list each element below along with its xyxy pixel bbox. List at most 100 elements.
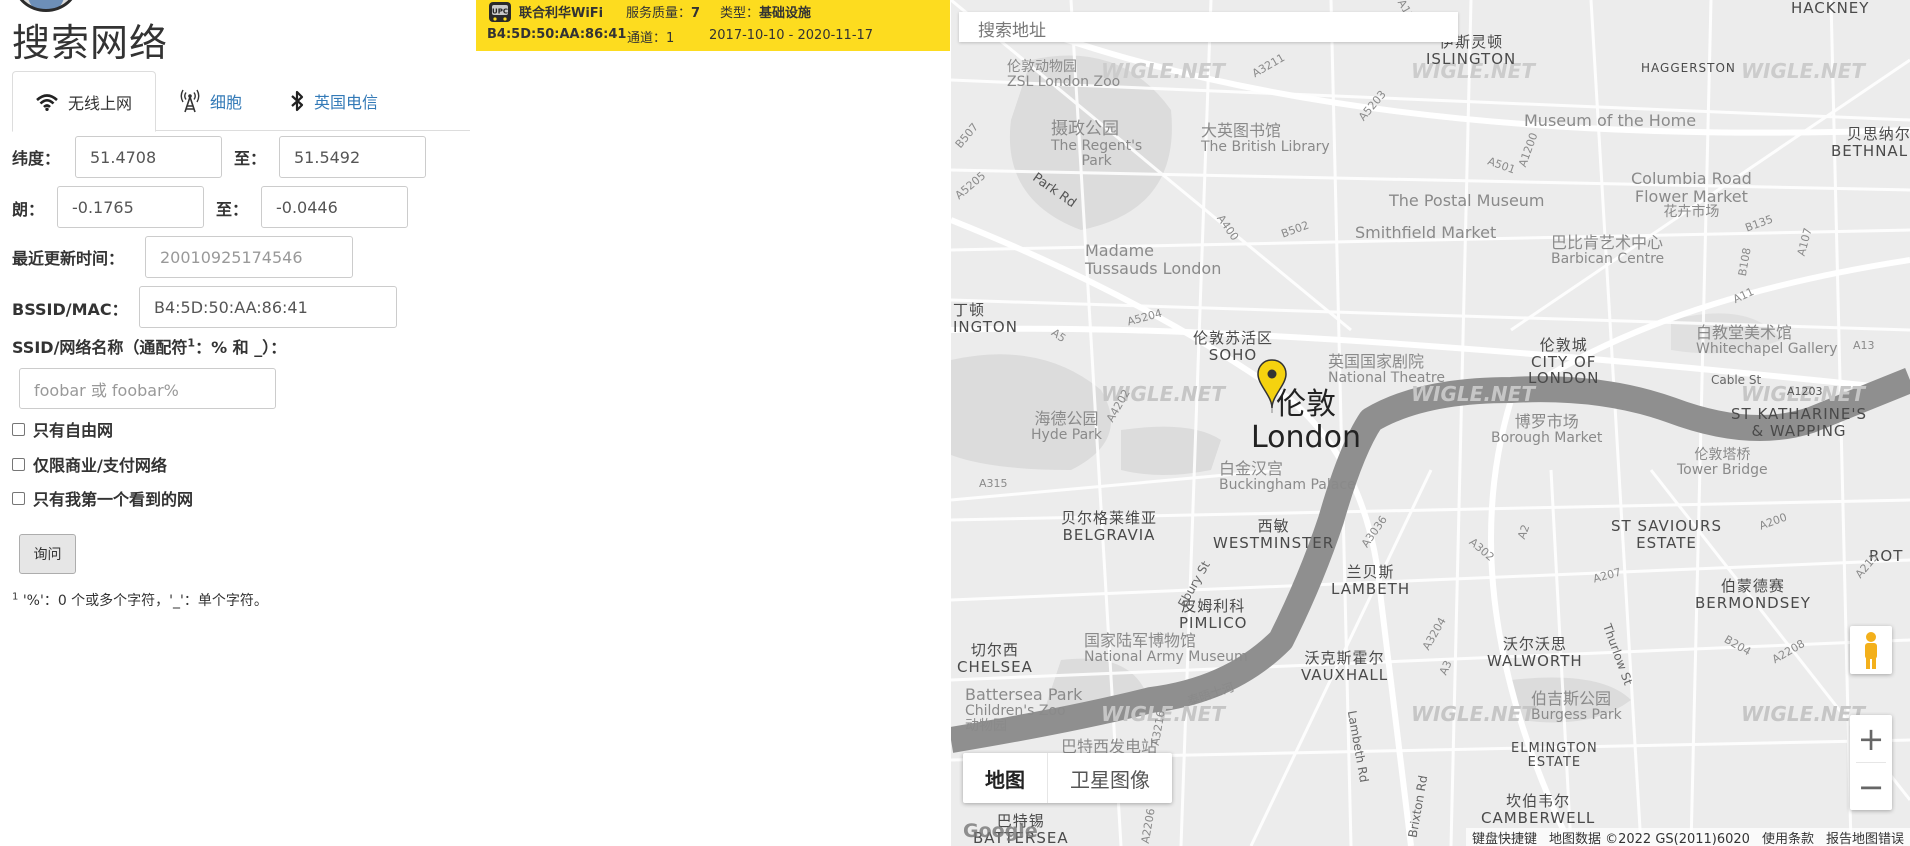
checkbox-first-seen-only[interactable]: 只有我第一个看到的网 [12, 486, 193, 510]
map-label-westminster: 西敏 WESTMINSTER [1213, 517, 1335, 552]
tab-wifi-label: 无线上网 [67, 93, 132, 113]
map-label-battersea-park: Battersea Park Children's Zoo 动物园 [965, 685, 1083, 734]
checkbox-commercial-only-label: 仅限商业/支付网络 [33, 456, 167, 475]
zoom-control: + − [1850, 715, 1892, 810]
checkbox-free-only[interactable]: 只有自由网 [12, 417, 113, 441]
tab-wifi[interactable]: 无线上网 [12, 71, 156, 132]
map-type-satellite-button[interactable]: 卫星图像 [1047, 753, 1172, 803]
result-date-range: 2017-10-10 - 2020-11-17 [709, 28, 874, 43]
tab-bluetooth-label: 英国电信 [314, 93, 379, 112]
map-label-postal-museum: The Postal Museum [1389, 191, 1545, 210]
ssid-label-footnote-mark: 1 [187, 336, 196, 350]
bssid-input[interactable]: B4:5D:50:AA:86:41 [139, 286, 397, 328]
map-label-smithfield: Smithfield Market [1355, 223, 1497, 242]
map-label-army-museum: 国家陆军博物馆 National Army Museum [1084, 631, 1248, 665]
wildcard-footnote: 1 '%'：0 个或多个字符，'_'：单个字符。 [12, 590, 268, 610]
map-label-hackney: HACKNEY [1791, 0, 1870, 17]
map-data-notice: 地图数据 ©2022 GS(2011)6020 [1548, 831, 1750, 846]
result-channel-value: 1 [666, 31, 675, 46]
map-label-city: 伦敦城 CITY OF LONDON [1528, 336, 1600, 387]
latitude-from-input[interactable]: 51.4708 [75, 136, 222, 178]
longitude-from-input[interactable]: -0.1765 [57, 186, 204, 228]
zoom-in-button[interactable]: + [1850, 715, 1892, 762]
svg-text:UPC: UPC [492, 8, 508, 16]
last-updated-input[interactable]: 20010925174546 [145, 236, 353, 278]
map-label-belgravia: 贝尔格莱维亚 BELGRAVIA [1061, 509, 1158, 544]
wifi-icon [36, 93, 58, 111]
map-attribution-bar: 键盘快捷键 地图数据 ©2022 GS(2011)6020 使用条款 报告地图错… [1465, 828, 1910, 846]
result-bssid: B4:5D:50:AA:86:41 [487, 27, 627, 42]
ssid-label-wildcards: ：% 和 _）： [195, 338, 287, 357]
map-label-bermondsey: 伯蒙德赛 BERMONDSEY [1695, 577, 1811, 612]
google-logo[interactable]: Google [963, 820, 1038, 842]
map-label-zoo: 伦敦动物园 ZSL London Zoo [1007, 59, 1121, 91]
ssid-input[interactable]: foobar 或 foobar% [19, 368, 276, 409]
checkbox-free-only-label: 只有自由网 [33, 421, 114, 440]
checkbox-box[interactable] [12, 422, 25, 436]
report-map-error-link[interactable]: 报告地图错误 [1820, 828, 1910, 846]
latitude-to-input[interactable]: 51.5492 [279, 136, 426, 178]
map-label-whitechapel: 白教堂美术馆 Whitechapel Gallery [1696, 323, 1838, 357]
longitude-to-input[interactable]: -0.0446 [261, 186, 408, 228]
latitude-to-label: 至： [234, 149, 267, 168]
map-label-national-theatre: 英国国家剧院 National Theatre [1328, 352, 1445, 386]
network-result-card[interactable]: UPC 联合利华WiFi 服务质量：7 类型：基础设施 B4:5D:50:AA:… [476, 0, 950, 51]
map-type-roadmap-button[interactable]: 地图 [963, 753, 1047, 803]
map-label-elmington: ELMINGTON ESTATE [1511, 741, 1598, 771]
upc-icon: UPC [489, 2, 511, 22]
map-label-buckingham: 白金汉宫 Buckingham Palace [1219, 459, 1356, 493]
keyboard-shortcuts-link[interactable]: 键盘快捷键 [1466, 828, 1543, 846]
map-label-paddington: 丁顿 INGTON [953, 301, 1018, 336]
tab-cell[interactable]: 细胞 [180, 71, 242, 131]
last-updated-label: 最近更新时间： [12, 249, 125, 268]
watermark: WIGLE.NET [1411, 702, 1535, 726]
result-type-label: 类型： [720, 6, 760, 21]
footnote-text: '%'：0 个或多个字符，'_'：单个字符。 [18, 593, 268, 609]
ssid-label-text: SSID/网络名称（通配符 [12, 338, 188, 357]
map-label-tower-bridge: 伦敦塔桥 Tower Bridge [1677, 447, 1768, 479]
terms-of-use-link[interactable]: 使用条款 [1756, 828, 1820, 846]
network-search-panel: 搜索网络 无线上网 细胞 英国电信 纬度： 51.4708 至： 51.5492… [0, 0, 470, 846]
result-type: 类型：基础设施 [720, 2, 811, 21]
tab-bluetooth[interactable]: 英国电信 [290, 71, 378, 131]
map-label-museum-home: Museum of the Home [1524, 111, 1697, 130]
map-label-walworth: 沃尔沃思 WALWORTH [1487, 635, 1583, 670]
road-label: A315 [979, 477, 1008, 490]
network-type-tabs: 无线上网 细胞 英国电信 [12, 71, 470, 132]
map-type-control: 地图 卫星图像 [963, 753, 1172, 803]
map-label-columbia: Columbia Road Flower Market 花卉市场 [1631, 169, 1752, 221]
bssid-label: BSSID/MAC： [12, 300, 128, 319]
watermark: WIGLE.NET [1741, 59, 1865, 83]
cell-tower-icon [180, 89, 200, 113]
map-label-tussauds: Madame Tussauds London [1085, 241, 1222, 278]
checkbox-commercial-only[interactable]: 仅限商业/支付网络 [12, 452, 167, 476]
longitude-label: 朗： [12, 200, 45, 219]
map-label-haggerston: HAGGERSTON [1641, 61, 1736, 75]
checkbox-box[interactable] [12, 491, 25, 505]
result-channel-label: 通道： [627, 31, 667, 46]
query-button[interactable]: 询问 [19, 534, 76, 574]
road-label: A13 [1853, 339, 1875, 352]
result-ssid: 联合利华WiFi [519, 6, 604, 21]
pegman-icon [1865, 632, 1877, 669]
map-label-regents-park: 摄政公园 The Regent's Park [1051, 119, 1143, 170]
network-location-pin-icon[interactable] [1257, 358, 1287, 414]
road-label: A1203 [1787, 385, 1823, 398]
map-label-barbican: 巴比肯艺术中心 Barbican Centre [1551, 233, 1665, 267]
checkbox-box[interactable] [12, 457, 25, 471]
map-label-hyde-park: 海德公园 Hyde Park [1031, 409, 1103, 443]
ssid-label: SSID/网络名称（通配符1：% 和 _）： [12, 334, 286, 358]
map-view[interactable]: WIGLE.NET WIGLE.NET WIGLE.NET WIGLE.NET … [951, 0, 1910, 846]
map-label-borough-market: 博罗市场 Borough Market [1491, 412, 1603, 446]
checkbox-first-seen-only-label: 只有我第一个看到的网 [33, 490, 194, 509]
watermark: WIGLE.NET [1411, 382, 1535, 406]
site-logo[interactable] [14, 0, 78, 12]
result-qos: 服务质量：7 [626, 2, 700, 21]
street-view-pegman-button[interactable] [1850, 626, 1892, 674]
address-search-input[interactable]: 搜索地址 [959, 12, 1458, 42]
map-label-vauxhall: 沃克斯霍尔 VAUXHALL [1301, 649, 1389, 684]
latitude-label: 纬度： [12, 149, 61, 168]
map-label-british-library: 大英图书馆 The British Library [1201, 121, 1330, 155]
map-label-chelsea: 切尔西 CHELSEA [957, 641, 1033, 676]
zoom-out-button[interactable]: − [1850, 763, 1892, 810]
